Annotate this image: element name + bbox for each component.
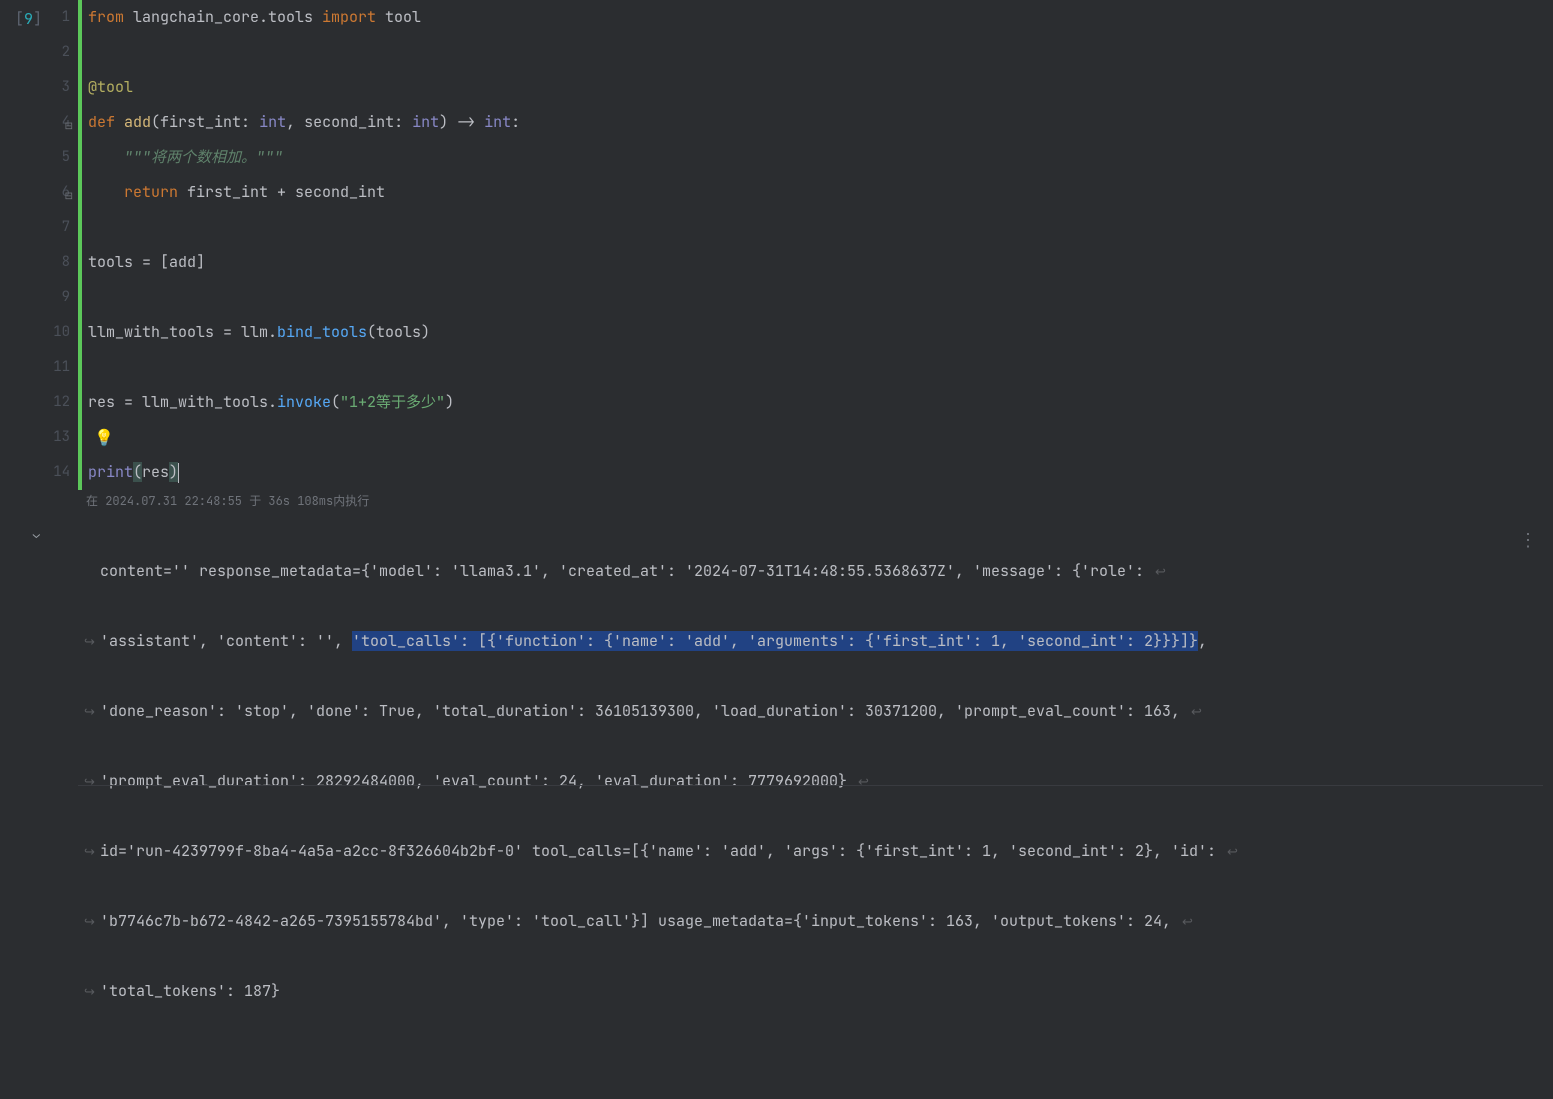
execution-info: 在 2024.07.31 22:48:55 于 36s 108ms内执行 [86,490,1553,515]
wrap-icon: ↪ [84,694,95,729]
execution-count-gutter: [9] [0,0,50,490]
code-line: print(res) [88,455,1553,490]
wrap-icon: ↩ [1191,703,1202,720]
line-number: 10 [50,315,70,350]
line-number-gutter[interactable]: 1 2 3 4⊟ 5 6⊟ 7 8 9 10 11 12 13 14 [50,0,78,490]
line-number: 4⊟ [50,105,70,140]
line-number: 13 [50,420,70,455]
code-editor[interactable]: from langchain_core.tools import tool @t… [84,0,1553,490]
cell-modified-indicator [78,0,82,490]
wrap-icon: ↩ [1182,913,1193,930]
wrap-icon: ↪ [84,904,95,939]
bulb-icon[interactable]: 💡 [94,427,114,448]
output-line: ↪'b7746c7b-b672-4842-a265-7395155784bd',… [100,904,1513,939]
code-line: res = llm_with_tools.invoke("1+2等于多少") [88,385,1553,420]
line-number: 2 [50,35,70,70]
output-line: ↪'total_tokens': 187} [100,974,1513,1009]
line-number: 11 [50,350,70,385]
code-line: """将两个数相加。""" [88,140,1553,175]
code-line [88,210,1553,245]
code-line [88,350,1553,385]
divider [78,785,1543,786]
output-collapse-gutter[interactable]: ⌄ [0,517,60,1099]
line-number: 9 [50,280,70,315]
line-number: 8 [50,245,70,280]
chevron-down-icon[interactable]: ⌄ [33,526,40,542]
exec-bracket-close: ] [33,9,42,29]
selection-highlight: 'tool_calls': [{'function': {'name': 'ad… [352,631,1198,651]
code-line: from langchain_core.tools import tool [88,0,1553,35]
output-line: content='' response_metadata={'model': '… [100,554,1513,589]
wrap-icon: ↩ [1155,563,1166,580]
fold-icon[interactable]: ⊟ [65,108,73,143]
code-cell: [9] 1 2 3 4⊟ 5 6⊟ 7 8 9 10 11 12 13 14 f… [0,0,1553,490]
code-line: def add(first_int: int, second_int: int)… [88,105,1553,140]
wrap-icon: ↩ [1227,843,1238,860]
output-text[interactable]: content='' response_metadata={'model': '… [60,517,1553,1099]
line-number: 3 [50,70,70,105]
code-line [88,280,1553,315]
code-line [88,35,1553,70]
exec-bracket-open: [ [15,9,24,29]
wrap-icon: ↪ [84,624,95,659]
line-number: 5 [50,140,70,175]
wrap-icon: ↩ [858,773,869,790]
wrap-icon: ↪ [84,834,95,869]
wrap-icon: ↪ [84,764,95,799]
output-section: ⌄ content='' response_metadata={'model':… [0,517,1553,1099]
output-line: ↪'done_reason': 'stop', 'done': True, 't… [100,694,1513,729]
exec-count-number: 9 [24,9,33,29]
fold-icon[interactable]: ⊟ [65,178,73,213]
line-number: 1 [50,0,70,35]
code-line: 💡 [88,420,1553,455]
line-number: 7 [50,210,70,245]
code-line: llm_with_tools = llm.bind_tools(tools) [88,315,1553,350]
code-line: tools = [add] [88,245,1553,280]
line-number: 14 [50,455,70,490]
text-cursor [178,463,179,483]
code-line: @tool [88,70,1553,105]
line-number: 6⊟ [50,175,70,210]
output-line: ↪'prompt_eval_duration': 28292484000, 'e… [100,764,1513,799]
code-line: return first_int + second_int [88,175,1553,210]
output-line: ↪id='run-4239799f-8ba4-4a5a-a2cc-8f32660… [100,834,1513,869]
wrap-icon: ↪ [84,974,95,1009]
output-line: ↪'assistant', 'content': '', 'tool_calls… [100,624,1513,659]
kebab-menu-icon[interactable]: ⋮ [1519,538,1537,544]
line-number: 12 [50,385,70,420]
